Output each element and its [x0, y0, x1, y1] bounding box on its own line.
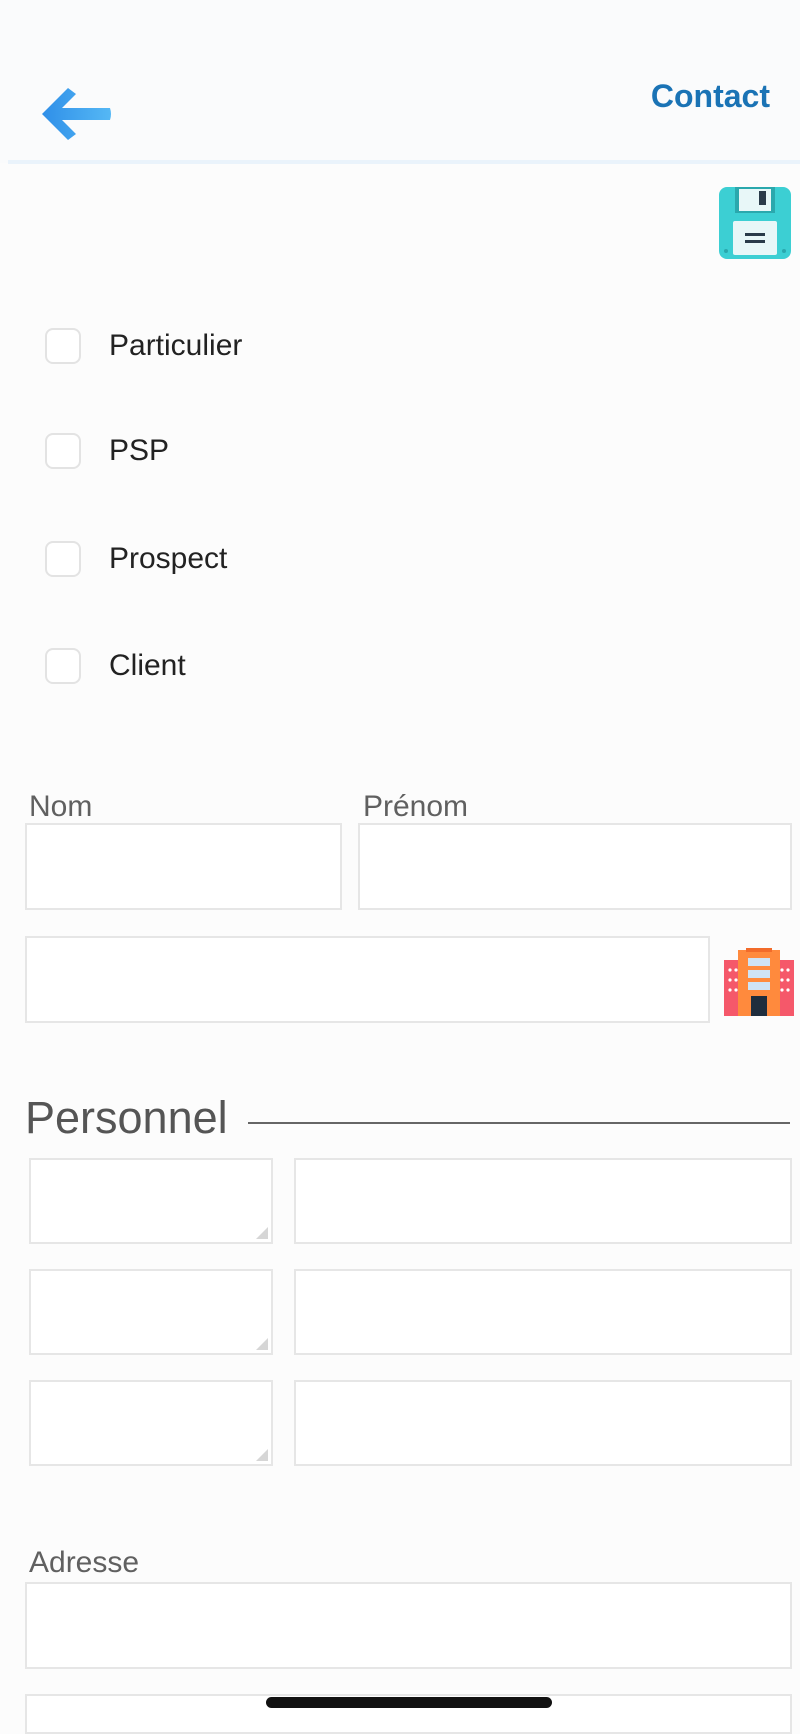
personnel-value-field[interactable] — [294, 1269, 792, 1355]
resize-handle-icon[interactable] — [256, 1449, 268, 1461]
resize-handle-icon[interactable] — [256, 1338, 268, 1350]
home-indicator — [266, 1697, 552, 1708]
checkbox-label: Client — [109, 649, 186, 682]
nom-label: Nom — [29, 790, 93, 823]
checkbox-box[interactable] — [45, 541, 81, 577]
adresse-label: Adresse — [29, 1546, 140, 1579]
checkbox-box[interactable] — [45, 328, 81, 364]
nom-input[interactable] — [25, 823, 342, 910]
personnel-type-field[interactable] — [29, 1380, 273, 1466]
checkbox-label: Prospect — [109, 542, 228, 575]
section-divider — [248, 1122, 790, 1124]
adresse-input[interactable] — [25, 1582, 792, 1669]
checkbox-client[interactable]: Client — [45, 641, 186, 691]
floppy-disk-icon — [719, 187, 791, 259]
back-button[interactable] — [38, 84, 114, 144]
checkbox-prospect[interactable]: Prospect — [45, 534, 227, 584]
save-button[interactable] — [717, 185, 793, 261]
back-arrow-icon — [42, 88, 111, 140]
checkbox-psp[interactable]: PSP — [45, 426, 169, 476]
prenom-input[interactable] — [358, 823, 792, 910]
company-input[interactable] — [25, 936, 710, 1023]
checkbox-label: PSP — [109, 434, 170, 467]
personnel-value-field[interactable] — [294, 1380, 792, 1466]
personnel-type-field[interactable] — [29, 1158, 273, 1244]
checkbox-box[interactable] — [45, 433, 81, 469]
header-divider — [8, 160, 800, 164]
checkbox-label: Particulier — [109, 329, 243, 362]
personnel-value-field[interactable] — [294, 1158, 792, 1244]
prenom-label: Prénom — [363, 790, 469, 823]
checkbox-particulier[interactable]: Particulier — [45, 321, 242, 371]
resize-handle-icon[interactable] — [256, 1227, 268, 1239]
company-picker-button[interactable] — [724, 946, 794, 1016]
checkbox-box[interactable] — [45, 648, 81, 684]
building-icon — [724, 948, 794, 1016]
section-title-personnel: Personnel — [25, 1092, 228, 1143]
page-title: Contact — [650, 78, 770, 114]
personnel-type-field[interactable] — [29, 1269, 273, 1355]
